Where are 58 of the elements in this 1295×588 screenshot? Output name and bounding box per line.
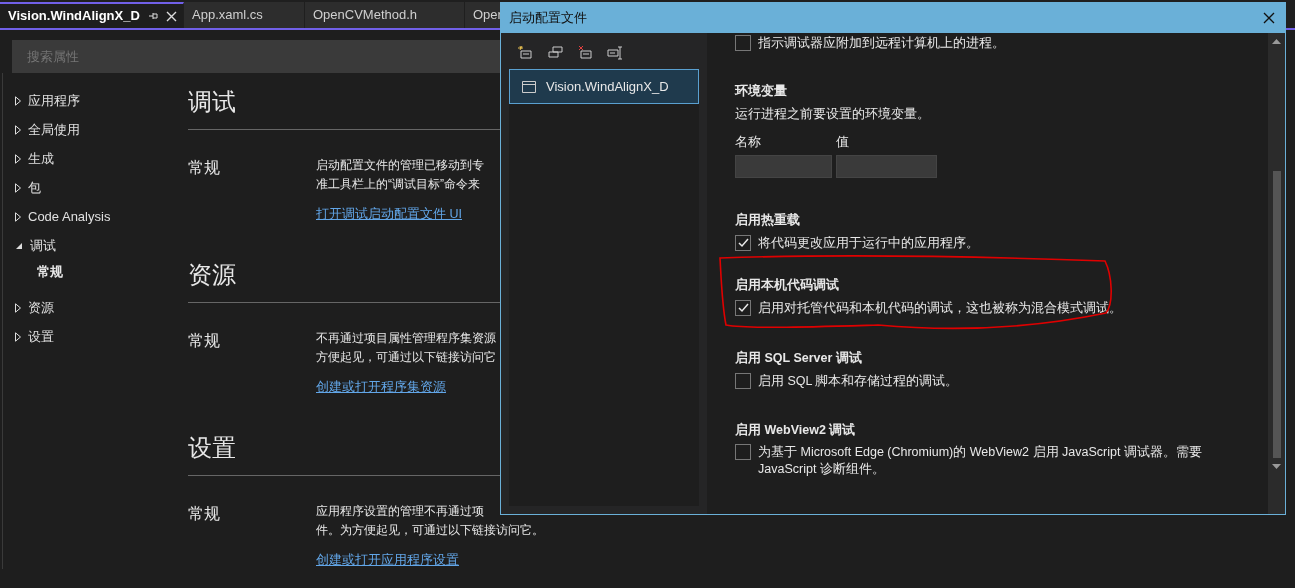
delete-profile-icon[interactable] <box>577 44 593 60</box>
input-field[interactable] <box>735 155 832 179</box>
checkbox[interactable] <box>735 35 751 51</box>
description-text: 准工具栏上的“调试目标”命令来 <box>316 176 480 193</box>
settings-link[interactable]: 创建或打开程序集资源 <box>316 377 446 397</box>
section-heading: 设置 <box>188 432 236 463</box>
option-description: 运行进程之前要设置的环境变量。 <box>735 105 931 123</box>
editor-tab[interactable]: App.xaml.cs <box>184 2 305 28</box>
sidebar-item[interactable]: 全局使用 <box>3 115 180 144</box>
close-button[interactable] <box>1261 10 1277 26</box>
sidebar-item[interactable]: Code Analysis <box>3 202 180 231</box>
description-text: 应用程序设置的管理不再通过项 <box>316 502 484 520</box>
option-heading: 启用本机代码调试 <box>735 276 839 294</box>
input-field[interactable] <box>836 155 937 179</box>
section-heading: 调试 <box>188 87 236 117</box>
option-text: 为基于 Microsoft Edge (Chromium)的 WebView2 启用 JavaScript 调试器。需要 JavaScript 诊断组件。 <box>758 444 1203 479</box>
dialog-title: 启动配置文件 <box>509 9 587 28</box>
column-label: 值 <box>836 132 850 151</box>
section-heading: 资源 <box>188 259 236 290</box>
checkbox[interactable] <box>735 235 751 251</box>
sidebar-item[interactable]: 设置 <box>3 322 180 351</box>
description-text: 启动配置文件的管理已移动到专 <box>316 157 484 174</box>
description-text: 不再通过项目属性管理程序集资源 <box>316 329 496 347</box>
option-text: 将代码更改应用于运行中的应用程序。 <box>758 235 979 252</box>
group-label: 常规 <box>188 158 220 178</box>
settings-link[interactable]: 创建或打开应用程序设置 <box>316 550 459 570</box>
window-icon <box>522 80 536 93</box>
description-text: 方便起见，可通过以下链接访问它 <box>316 348 496 366</box>
copy-profile-icon[interactable] <box>547 44 563 60</box>
sidebar-item[interactable]: 包 <box>3 173 180 202</box>
option-text: 启用对托管代码和本机代码的调试，这也被称为混合模式调试。 <box>758 299 1122 317</box>
column-label: 名称 <box>735 132 762 151</box>
new-profile-icon[interactable] <box>517 44 533 60</box>
option-text: 启用 SQL 脚本和存储过程的调试。 <box>758 372 959 390</box>
option-heading: 启用 WebView2 调试 <box>735 421 856 439</box>
option-heading: 启用热重载 <box>735 211 800 230</box>
option-heading: 环境变量 <box>735 83 788 100</box>
sidebar-item[interactable]: 生成 <box>3 144 180 173</box>
sidebar-subitem[interactable]: 常规 <box>3 260 180 283</box>
settings-link[interactable]: 打开调试启动配置文件 UI <box>316 205 462 224</box>
option-heading: 启用 SQL Server 调试 <box>735 349 862 367</box>
group-label: 常规 <box>188 330 220 351</box>
sidebar-item[interactable]: 资源 <box>3 293 180 322</box>
editor-tab[interactable]: OpenCVMethod.h <box>305 2 465 28</box>
option-text: 指示调试器应附加到远程计算机上的进程。 <box>758 35 1005 52</box>
group-label: 常规 <box>188 503 220 524</box>
close-icon <box>1263 12 1275 24</box>
checkbox[interactable] <box>735 444 751 461</box>
sidebar-item[interactable]: 应用程序 <box>3 86 180 115</box>
sidebar-item[interactable]: 调试 <box>3 231 180 260</box>
close-icon <box>165 10 177 22</box>
pin-icon <box>147 11 158 21</box>
checkbox[interactable] <box>735 299 751 316</box>
checkbox[interactable] <box>735 372 751 389</box>
profile-item[interactable]: Vision.WindAlignX_D <box>509 69 699 104</box>
scrollbar-thumb[interactable] <box>1272 171 1281 458</box>
rename-profile-icon[interactable] <box>607 44 623 60</box>
description-text: 件。为方便起见，可通过以下链接访问它。 <box>316 521 544 539</box>
